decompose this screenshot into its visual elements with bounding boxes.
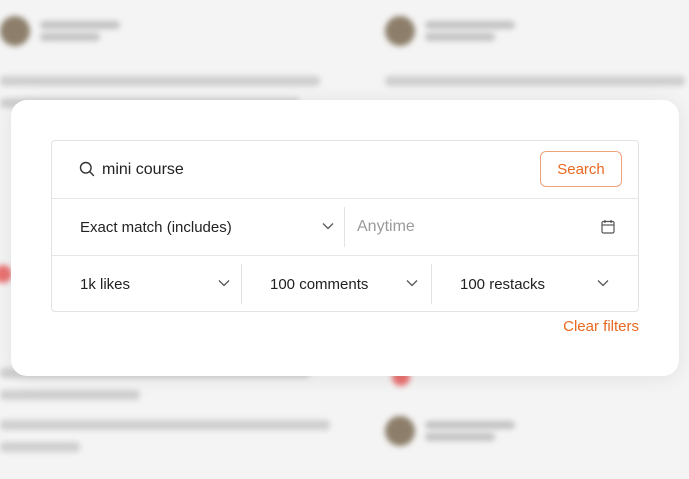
background-text-line: [385, 76, 685, 86]
avatar: [385, 16, 415, 46]
likes-value: 1k likes: [80, 275, 131, 293]
search-icon: [79, 161, 95, 177]
search-row: Search: [52, 141, 638, 197]
background-post-header: [385, 16, 689, 46]
chevron-down-icon: [218, 280, 230, 287]
divider: [344, 207, 345, 247]
background-post-header: [0, 16, 350, 46]
filter-box: Search Exact match (includes) Anytime: [51, 140, 639, 312]
background-text-line: [0, 76, 320, 86]
restacks-value: 100 restacks: [460, 275, 546, 293]
clear-filters-link[interactable]: Clear filters: [563, 318, 639, 335]
date-placeholder: Anytime: [357, 218, 415, 235]
divider: [431, 264, 432, 304]
calendar-icon: [601, 220, 615, 234]
background-author-lines: [40, 17, 120, 45]
avatar: [0, 16, 30, 46]
background-author-lines: [425, 417, 515, 445]
background-text-line: [0, 420, 330, 430]
background-text-line: [0, 390, 140, 400]
match-mode-select[interactable]: Exact match (includes): [80, 199, 342, 255]
background-post-header: [385, 416, 689, 446]
background-text-line: [0, 442, 80, 452]
comments-value: 100 comments: [270, 275, 369, 293]
restacks-select[interactable]: 100 restacks: [460, 256, 609, 312]
avatar: [385, 416, 415, 446]
date-range-field[interactable]: Anytime: [357, 199, 615, 255]
search-input[interactable]: [100, 157, 534, 183]
match-date-row: Exact match (includes) Anytime: [52, 198, 638, 255]
comments-select[interactable]: 100 comments: [270, 256, 418, 312]
chevron-down-icon: [322, 223, 334, 230]
search-button[interactable]: Search: [540, 151, 622, 187]
match-mode-value: Exact match (includes): [80, 218, 232, 236]
divider: [241, 264, 242, 304]
engagement-row: 1k likes 100 comments 100 restacks: [52, 255, 638, 312]
chevron-down-icon: [406, 280, 418, 287]
likes-select[interactable]: 1k likes: [80, 256, 230, 312]
chevron-down-icon: [597, 280, 609, 287]
search-filter-modal: Search Exact match (includes) Anytime: [11, 100, 679, 376]
background-author-lines: [425, 17, 515, 45]
